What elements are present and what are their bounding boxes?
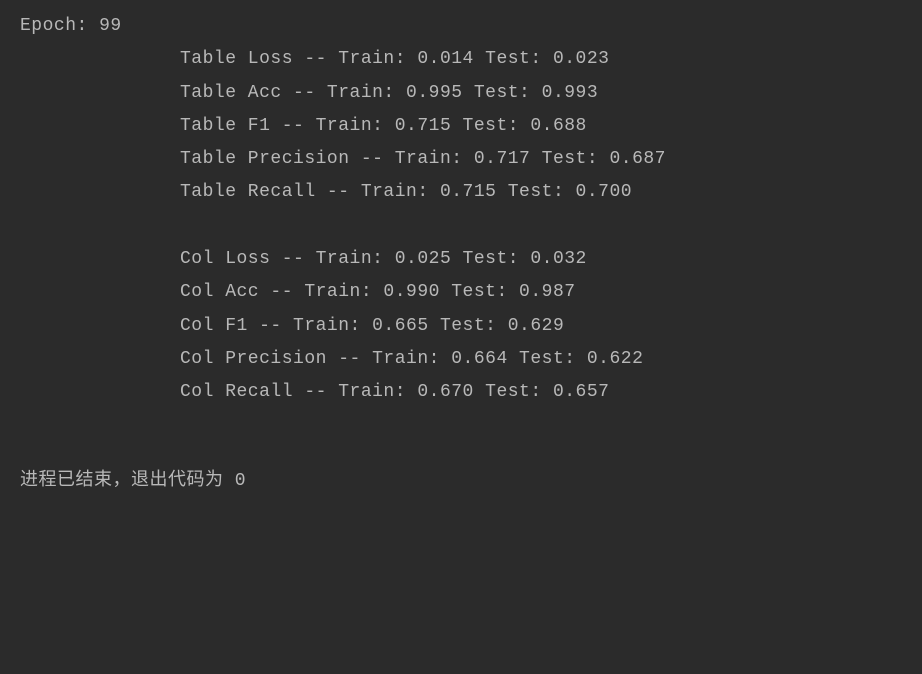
- metric-col-acc: Col Acc -- Train: 0.990 Test: 0.987: [20, 276, 902, 309]
- process-exit-message: 进程已结束，退出代码为 0: [20, 465, 902, 498]
- metric-col-loss: Col Loss -- Train: 0.025 Test: 0.032: [20, 243, 902, 276]
- metric-table-loss: Table Loss -- Train: 0.014 Test: 0.023: [20, 43, 902, 76]
- metric-table-precision: Table Precision -- Train: 0.717 Test: 0.…: [20, 143, 902, 176]
- metric-col-f1: Col F1 -- Train: 0.665 Test: 0.629: [20, 310, 902, 343]
- metric-col-precision: Col Precision -- Train: 0.664 Test: 0.62…: [20, 343, 902, 376]
- metric-table-acc: Table Acc -- Train: 0.995 Test: 0.993: [20, 77, 902, 110]
- blank-separator: [20, 210, 902, 243]
- metric-table-recall: Table Recall -- Train: 0.715 Test: 0.700: [20, 176, 902, 209]
- metric-col-recall: Col Recall -- Train: 0.670 Test: 0.657: [20, 376, 902, 409]
- epoch-header: Epoch: 99: [20, 10, 902, 43]
- metric-table-f1: Table F1 -- Train: 0.715 Test: 0.688: [20, 110, 902, 143]
